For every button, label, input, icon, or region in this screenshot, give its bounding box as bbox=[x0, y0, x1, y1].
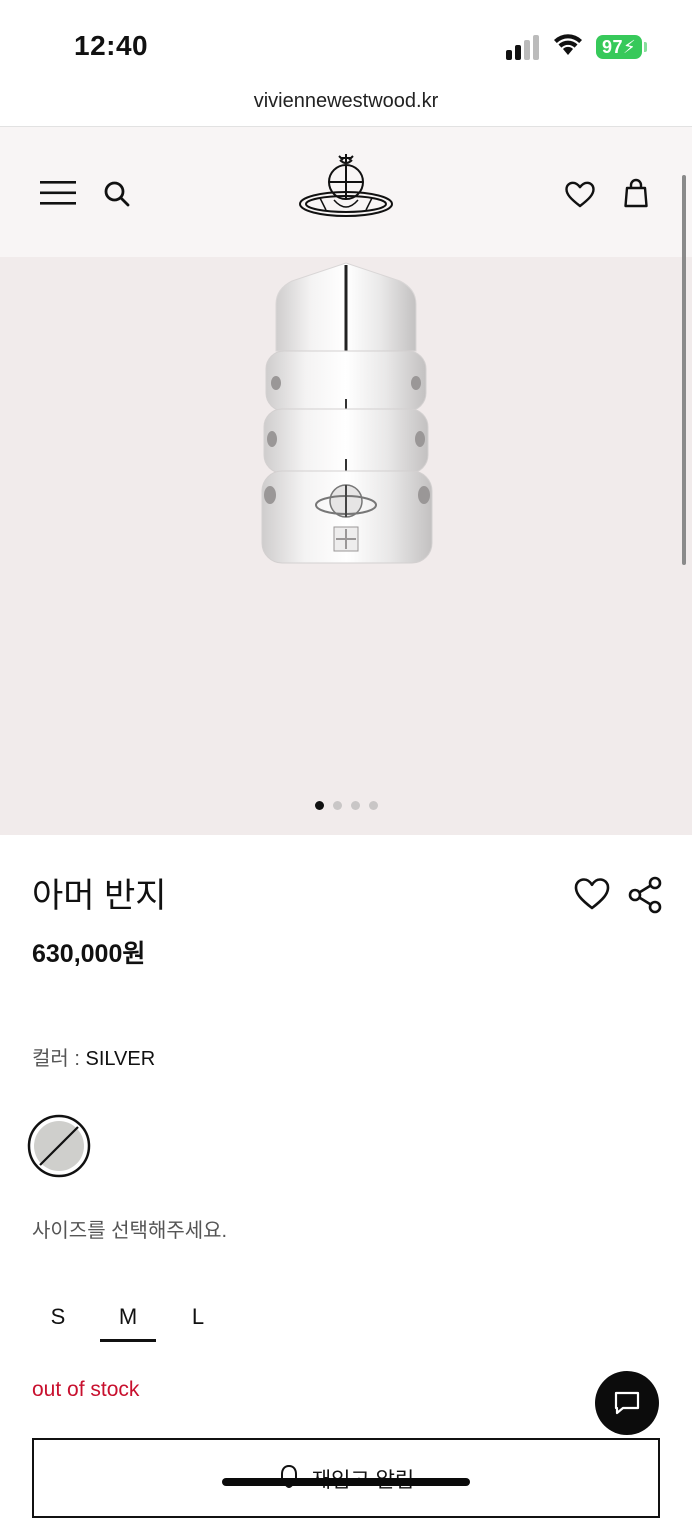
bell-icon bbox=[277, 1464, 300, 1488]
color-value: SILVER bbox=[85, 1048, 156, 1070]
cellular-signal-icon bbox=[506, 34, 542, 60]
size-option-l[interactable]: L bbox=[170, 1296, 226, 1342]
gallery-dot-active[interactable] bbox=[314, 801, 324, 810]
battery-nub bbox=[644, 42, 647, 52]
chat-icon bbox=[614, 1391, 640, 1415]
charging-bolt-icon: ⚡ bbox=[623, 37, 637, 57]
color-key: 컬러 : bbox=[32, 1048, 86, 1070]
heart-icon bbox=[565, 181, 595, 207]
wifi-icon bbox=[554, 34, 582, 55]
status-bar: 12:40 97⚡ viviennewestwood.kr bbox=[0, 0, 692, 127]
home-indicator[interactable] bbox=[222, 1478, 470, 1486]
shopping-bag-icon bbox=[624, 178, 648, 208]
product-price: 630,000원 bbox=[32, 940, 146, 968]
product-image-gallery[interactable] bbox=[0, 257, 692, 835]
product-image bbox=[261, 262, 433, 564]
size-selector: S M L bbox=[32, 1296, 232, 1346]
search-button[interactable] bbox=[100, 177, 134, 211]
size-option-m[interactable]: M bbox=[100, 1296, 156, 1342]
color-swatch-silver[interactable] bbox=[27, 1114, 91, 1178]
status-time: 12:40 bbox=[74, 30, 149, 61]
shopping-bag-button[interactable] bbox=[620, 175, 652, 211]
share-icon[interactable] bbox=[628, 876, 662, 914]
hamburger-menu-icon bbox=[40, 181, 76, 205]
menu-button[interactable] bbox=[38, 177, 78, 209]
page-scrollbar[interactable] bbox=[682, 175, 686, 565]
orb-logo-icon[interactable] bbox=[296, 154, 396, 226]
search-icon bbox=[104, 181, 130, 207]
battery-level: 97 bbox=[602, 37, 624, 57]
heart-icon[interactable] bbox=[574, 876, 610, 912]
site-header bbox=[0, 127, 692, 257]
address-bar-url[interactable]: viviennewestwood.kr bbox=[0, 90, 692, 113]
restock-label: 재입고 알림 bbox=[312, 1464, 414, 1516]
product-title: 아머 반지 bbox=[32, 877, 167, 915]
battery-indicator: 97⚡ bbox=[596, 35, 642, 59]
gallery-pagination bbox=[0, 801, 692, 810]
gallery-dot[interactable] bbox=[332, 801, 342, 810]
gallery-dot[interactable] bbox=[368, 801, 378, 810]
size-option-s[interactable]: S bbox=[30, 1296, 86, 1342]
wishlist-button[interactable] bbox=[562, 177, 598, 211]
gallery-dot[interactable] bbox=[350, 801, 360, 810]
stock-status: out of stock bbox=[32, 1378, 140, 1401]
color-label: 컬러 : SILVER bbox=[32, 1042, 155, 1071]
size-hint: 사이즈를 선택해주세요. bbox=[32, 1220, 228, 1242]
chat-button[interactable] bbox=[595, 1371, 659, 1435]
